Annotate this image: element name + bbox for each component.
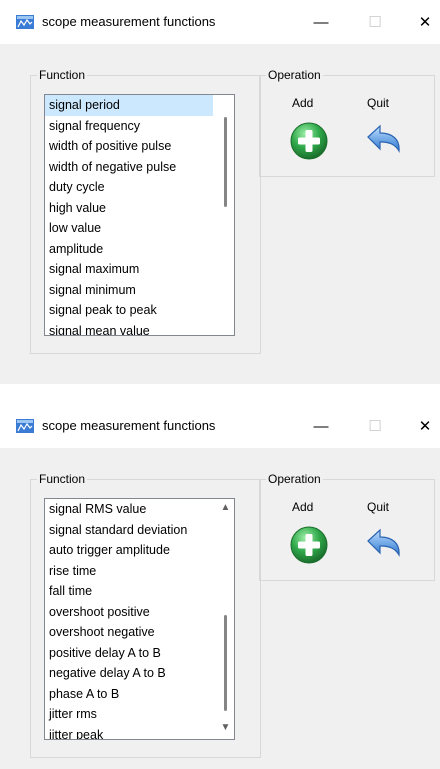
list-scrollbar[interactable] [217, 95, 234, 335]
quit-label: Quit [367, 96, 390, 110]
list-item[interactable]: amplitude [45, 239, 213, 260]
maximize-icon[interactable]: ☐ [352, 0, 398, 44]
maximize-icon[interactable]: ☐ [352, 404, 398, 448]
list-item[interactable]: width of positive pulse [45, 136, 213, 157]
list-item[interactable]: signal period [45, 95, 213, 116]
minimize-icon[interactable]: — [298, 404, 344, 448]
scope-measurement-window-2: scope measurement functions — ☐ ✕ Functi… [0, 404, 440, 769]
app-icon [16, 15, 34, 29]
operation-group-label: Operation [268, 472, 321, 486]
list-item[interactable]: auto trigger amplitude [45, 540, 213, 561]
list-item[interactable]: signal minimum [45, 280, 213, 301]
quit-icon[interactable] [364, 525, 404, 565]
scrollbar-thumb[interactable] [224, 615, 227, 711]
minimize-icon[interactable]: — [298, 0, 344, 44]
list-item[interactable]: width of negative pulse [45, 157, 213, 178]
quit-icon[interactable] [364, 121, 404, 161]
add-label: Add [292, 500, 314, 514]
close-icon[interactable]: ✕ [402, 404, 440, 448]
operation-group-label: Operation [268, 68, 321, 82]
list-item[interactable]: overshoot negative [45, 622, 213, 643]
list-item[interactable]: jitter peak [45, 725, 213, 740]
scope-measurement-window-1: scope measurement functions — ☐ ✕ Functi… [0, 0, 440, 384]
window-title: scope measurement functions [42, 14, 216, 29]
list-item[interactable]: signal mean value [45, 321, 213, 336]
function-list: signal RMS value signal standard deviati… [45, 499, 213, 740]
function-group-label: Function [39, 68, 86, 82]
close-icon[interactable]: ✕ [402, 0, 440, 44]
list-item[interactable]: fall time [45, 581, 213, 602]
quit-label: Quit [367, 500, 390, 514]
window-title: scope measurement functions [42, 418, 216, 433]
list-item[interactable]: duty cycle [45, 177, 213, 198]
list-item[interactable]: signal frequency [45, 116, 213, 137]
title-bar[interactable]: scope measurement functions — ☐ ✕ [0, 0, 440, 44]
title-bar[interactable]: scope measurement functions — ☐ ✕ [0, 404, 440, 448]
list-item[interactable]: high value [45, 198, 213, 219]
app-icon [16, 419, 34, 433]
list-item[interactable]: signal maximum [45, 259, 213, 280]
list-item[interactable]: negative delay A to B [45, 663, 213, 684]
list-item[interactable]: rise time [45, 561, 213, 582]
list-item[interactable]: signal standard deviation [45, 520, 213, 541]
add-icon[interactable] [289, 121, 329, 161]
add-label: Add [292, 96, 314, 110]
list-item[interactable]: overshoot positive [45, 602, 213, 623]
scroll-up-icon[interactable]: ▲ [220, 503, 231, 513]
list-item[interactable]: signal RMS value [45, 499, 213, 520]
add-icon[interactable] [289, 525, 329, 565]
operation-group: Operation [259, 68, 435, 177]
function-listbox[interactable]: signal period signal frequency width of … [44, 94, 235, 336]
operation-group: Operation [259, 472, 435, 581]
list-item[interactable]: positive delay A to B [45, 643, 213, 664]
function-list: signal period signal frequency width of … [45, 95, 213, 336]
list-scrollbar[interactable]: ▲ ▼ [217, 499, 234, 739]
function-group-label: Function [39, 472, 86, 486]
list-item[interactable]: signal peak to peak [45, 300, 213, 321]
list-item[interactable]: low value [45, 218, 213, 239]
function-listbox[interactable]: signal RMS value signal standard deviati… [44, 498, 235, 740]
list-item[interactable]: phase A to B [45, 684, 213, 705]
list-item[interactable]: jitter rms [45, 704, 213, 725]
scrollbar-thumb[interactable] [224, 117, 227, 207]
scroll-down-icon[interactable]: ▼ [220, 723, 231, 733]
